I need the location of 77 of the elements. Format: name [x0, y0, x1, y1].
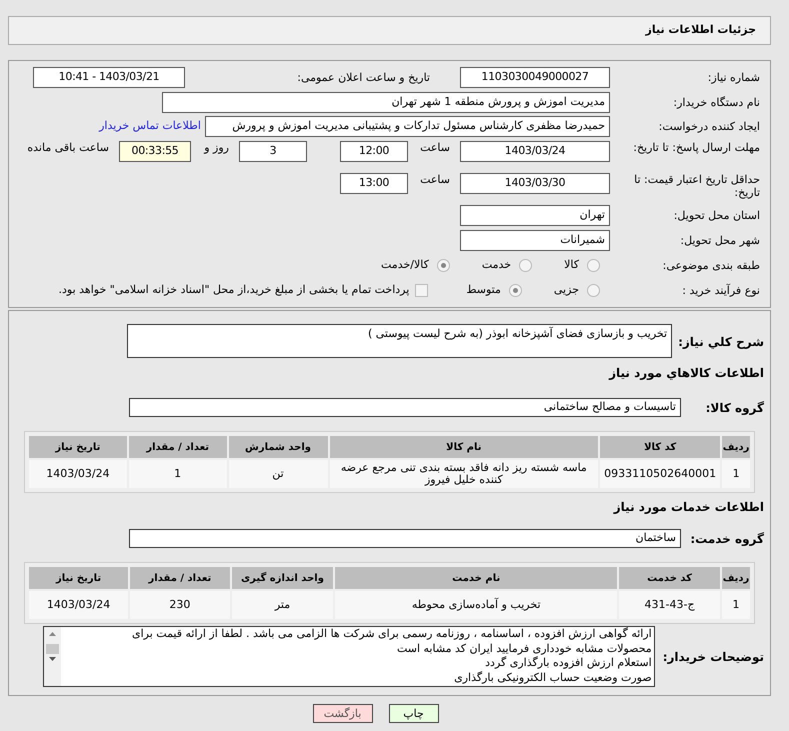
table-cell: 0933110502640001: [600, 460, 720, 488]
text-field[interactable]: 3: [239, 141, 307, 162]
days-label: روز و: [202, 141, 229, 154]
section-heading: اطلاعات کالاهاي مورد نياز: [608, 365, 765, 382]
field-label: توضیحات خریدار:: [662, 648, 764, 666]
table-cell: 230: [130, 591, 230, 619]
radio-label: کالا: [564, 256, 579, 273]
checkbox-label: پرداخت تمام یا بخشی از مبلغ خرید،از محل "اسناد خزانه اسلامی" خواهد بود.: [58, 282, 410, 298]
section-heading: اطلاعات خدمات مورد نياز: [612, 499, 765, 516]
table-cell: متر: [232, 591, 334, 619]
table-cell: ماسه شسته ریز دانه فاقد بسته بندی تنی مرجع عرضه کننده خلیل فیروز: [330, 460, 598, 488]
time-label: ساعت: [419, 141, 450, 154]
text-field[interactable]: 1403/03/30: [460, 173, 610, 194]
column-header: کد خدمت: [619, 567, 720, 589]
column-header: نام کالا: [330, 436, 598, 458]
field-label: ایجاد کننده درخواست:: [658, 120, 760, 133]
column-header: واحد شمارش: [228, 436, 328, 458]
column-header: ردیف: [722, 436, 750, 458]
table-cell: تن: [228, 460, 328, 488]
field-label: حداقل تاریخ اعتبار قیمت: تا تاریخ:: [633, 173, 760, 199]
text-field[interactable]: شمیرانات: [460, 230, 610, 250]
page-title: جزئیات اطلاعات نیاز: [646, 22, 756, 38]
notes-field[interactable]: ارائه گواهی ارزش افزوده ، اساسنامه ، روزنامه رسمی برای شرکت ها الزامی می باشد . لطفا از ارائه قیمت برای محصولات مشابه خودداری فرمایید ایران کد مشابه است استعلام ارزش افزوده بارگذاری گردد صورت وضعیت حساب الکترونیکی بارگذاری: [42, 626, 655, 687]
radio-label: کالا/خدمت: [381, 256, 429, 273]
text-field[interactable]: 12:00: [340, 141, 408, 162]
group-field[interactable]: تاسیسات و مصالح ساختمانی: [129, 398, 681, 417]
checkbox[interactable]: [415, 284, 428, 296]
description-field[interactable]: تخریب و بازسازی فضای آشپزخانه ابوذر (به شرح لیست پیوستی ): [127, 324, 672, 358]
field-label: گروه کالا:: [709, 400, 764, 416]
radio-button[interactable]: [436, 258, 450, 272]
text-field[interactable]: حمیدرضا مظفری کارشناس مسئول تدارکات و پشتیبانی مدیریت اموزش و پرورش: [205, 116, 610, 137]
radio-label: خدمت: [482, 256, 512, 273]
group-field[interactable]: ساختمان: [129, 529, 681, 548]
remaining-label: ساعت باقی مانده: [26, 141, 109, 154]
table-cell: 1: [128, 460, 227, 488]
column-header: تاریخ نیاز: [29, 567, 128, 589]
text-field[interactable]: 1403/03/21 - 10:41: [33, 67, 185, 88]
table-cell: تخریب و آماده‌سازی محوطه: [335, 591, 618, 619]
text-field[interactable]: 13:00: [340, 173, 408, 194]
field-label: تاریخ و ساعت اعلان عمومی:: [296, 71, 430, 84]
radio-label: جزیی: [554, 282, 579, 298]
column-header: تاریخ نیاز: [29, 436, 127, 458]
table-cell: 1403/03/24: [29, 460, 127, 488]
column-header: تعداد / مقدار: [128, 436, 227, 458]
column-header: ردیف: [722, 567, 750, 589]
contact-link[interactable]: اطلاعات تماس خریدار: [99, 118, 201, 135]
table-cell: 1403/03/24: [29, 591, 128, 619]
field-label: گروه خدمت:: [693, 530, 764, 548]
radio-button[interactable]: [519, 258, 532, 272]
radio-button[interactable]: [508, 284, 522, 296]
field-label: شرح کلي نياز:: [678, 334, 764, 351]
time-label: ساعت: [419, 173, 450, 186]
radio-button[interactable]: [587, 284, 600, 296]
countdown-field[interactable]: 00:33:55: [119, 141, 191, 162]
field-label: مهلت ارسال پاسخ: تا تاریخ:: [632, 141, 760, 154]
column-header: کد کالا: [600, 436, 720, 458]
text-field[interactable]: 1103030049000027: [460, 67, 610, 88]
table-cell: ج-43-431: [619, 591, 720, 619]
radio-label: متوسط: [466, 282, 501, 298]
field-label: شهر محل تحویل:: [679, 234, 760, 246]
field-label: طبقه بندی موضوعی:: [662, 258, 760, 272]
text-field[interactable]: 1403/03/24: [460, 141, 610, 162]
column-header: تعداد / مقدار: [130, 567, 230, 589]
field-label: نام دستگاه خریدار:: [672, 96, 760, 109]
scrollbar[interactable]: [44, 627, 61, 686]
text-field[interactable]: مدیریت اموزش و پرورش منطقه 1 شهر تهران: [162, 92, 610, 113]
field-label: نوع فرآیند خرید :: [681, 284, 760, 296]
column-header: واحد اندازه گیری: [232, 567, 334, 589]
field-label: شماره نیاز:: [706, 71, 760, 84]
print-button[interactable]: چاپ: [388, 704, 438, 723]
text-field[interactable]: تهران: [460, 204, 610, 226]
radio-button[interactable]: [587, 258, 600, 272]
table-cell: 1: [722, 591, 750, 619]
field-label: استان محل تحویل:: [672, 208, 760, 222]
table-cell: 1: [722, 460, 750, 488]
back-button[interactable]: بازگشت: [312, 704, 372, 723]
column-header: نام خدمت: [335, 567, 618, 589]
